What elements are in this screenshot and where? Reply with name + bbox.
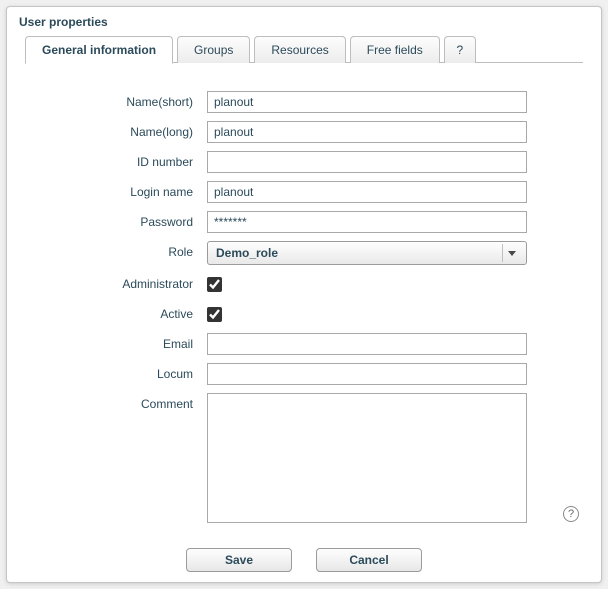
input-locum[interactable] bbox=[207, 363, 527, 385]
tab-resources[interactable]: Resources bbox=[254, 36, 345, 63]
save-button[interactable]: Save bbox=[186, 548, 292, 572]
checkbox-active[interactable] bbox=[207, 307, 222, 322]
input-email[interactable] bbox=[207, 333, 527, 355]
tab-help[interactable]: ? bbox=[444, 36, 476, 63]
input-login-name[interactable] bbox=[207, 181, 527, 203]
label-login-name: Login name bbox=[29, 181, 207, 199]
label-email: Email bbox=[29, 333, 207, 351]
tab-groups[interactable]: Groups bbox=[177, 36, 250, 63]
label-administrator: Administrator bbox=[29, 273, 207, 291]
input-name-long[interactable] bbox=[207, 121, 527, 143]
label-password: Password bbox=[29, 211, 207, 229]
label-comment: Comment bbox=[29, 393, 207, 411]
tab-bar: General information Groups Resources Fre… bbox=[7, 33, 601, 63]
general-information-form: Name(short) Name(long) ID number Login n… bbox=[7, 63, 601, 544]
label-locum: Locum bbox=[29, 363, 207, 381]
user-properties-panel: User properties General information Grou… bbox=[6, 6, 602, 583]
label-active: Active bbox=[29, 303, 207, 321]
label-name-short: Name(short) bbox=[29, 91, 207, 109]
label-id-number: ID number bbox=[29, 151, 207, 169]
select-role[interactable]: Demo_role bbox=[207, 241, 527, 265]
checkbox-administrator[interactable] bbox=[207, 277, 222, 292]
cancel-button[interactable]: Cancel bbox=[316, 548, 422, 572]
label-name-long: Name(long) bbox=[29, 121, 207, 139]
select-role-value: Demo_role bbox=[216, 246, 278, 260]
label-role: Role bbox=[29, 241, 207, 259]
input-id-number[interactable] bbox=[207, 151, 527, 173]
panel-title: User properties bbox=[7, 7, 601, 33]
input-password[interactable] bbox=[207, 211, 527, 233]
tab-free-fields[interactable]: Free fields bbox=[350, 36, 440, 63]
textarea-comment[interactable] bbox=[207, 393, 527, 523]
input-name-short[interactable] bbox=[207, 91, 527, 113]
chevron-down-icon bbox=[502, 244, 520, 262]
button-row: Save Cancel bbox=[7, 544, 601, 586]
tab-general-information[interactable]: General information bbox=[25, 36, 173, 64]
help-icon[interactable]: ? bbox=[563, 506, 579, 522]
